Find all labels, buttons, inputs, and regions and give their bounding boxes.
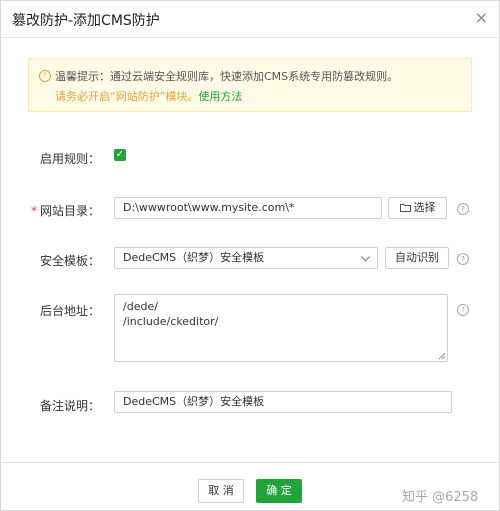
- admin-path-textarea[interactable]: /dede/ /include/ckeditor/: [114, 294, 448, 362]
- help-icon-site-dir[interactable]: ?: [457, 203, 469, 215]
- footer-divider: [0, 462, 500, 463]
- close-icon[interactable]: ×: [475, 8, 488, 27]
- admin-path-label: 后台地址：: [39, 304, 100, 318]
- enable-rule-label: 启用规则：: [39, 152, 100, 166]
- admin-path-line: /dede/: [123, 300, 158, 313]
- template-select[interactable]: DedeCMS（织梦）安全模板: [114, 247, 378, 269]
- header-divider: [0, 37, 500, 38]
- template-value: DedeCMS（织梦）安全模板: [123, 251, 265, 264]
- cancel-button[interactable]: 取 消: [198, 479, 244, 503]
- help-icon-admin-path[interactable]: ?: [457, 304, 469, 316]
- admin-path-line: /include/ckeditor/: [123, 315, 219, 328]
- tip-line-2-text: 请务必开启“网站防护”模块。: [55, 90, 199, 103]
- select-dir-label: 选择: [413, 201, 436, 214]
- chevron-down-icon: [361, 256, 370, 262]
- site-dir-label-text: 网站目录：: [39, 204, 100, 218]
- template-label: 安全模板：: [39, 254, 100, 268]
- enable-rule-checkbox[interactable]: ✓: [114, 149, 126, 161]
- resize-grip-icon[interactable]: [438, 352, 446, 360]
- confirm-button[interactable]: 确 定: [256, 479, 302, 503]
- tip-line-1: 温馨提示：通过云端安全规则库，快速添加CMS系统专用防篡改规则。: [55, 70, 399, 83]
- folder-icon: [399, 204, 411, 212]
- warning-icon: !: [39, 70, 51, 82]
- remark-input[interactable]: DedeCMS（织梦）安全模板: [114, 391, 452, 413]
- site-dir-label: * 网站目录：: [30, 204, 100, 218]
- usage-link[interactable]: 使用方法: [198, 90, 242, 103]
- tip-line-2: 请务必开启“网站防护”模块。使用方法: [55, 88, 242, 104]
- watermark: 知乎 @6258: [402, 490, 479, 505]
- help-icon-template[interactable]: ?: [457, 253, 469, 265]
- dialog-title: 篡改防护-添加CMS防护: [12, 13, 160, 29]
- auto-detect-button[interactable]: 自动识别: [385, 247, 449, 269]
- remark-label: 备注说明：: [39, 399, 100, 413]
- site-dir-input[interactable]: D:\wwwroot\www.mysite.com\*: [114, 197, 382, 219]
- select-dir-button[interactable]: 选择: [388, 197, 447, 219]
- tip-box: ! 温馨提示：通过云端安全规则库，快速添加CMS系统专用防篡改规则。 请务必开启…: [28, 58, 472, 112]
